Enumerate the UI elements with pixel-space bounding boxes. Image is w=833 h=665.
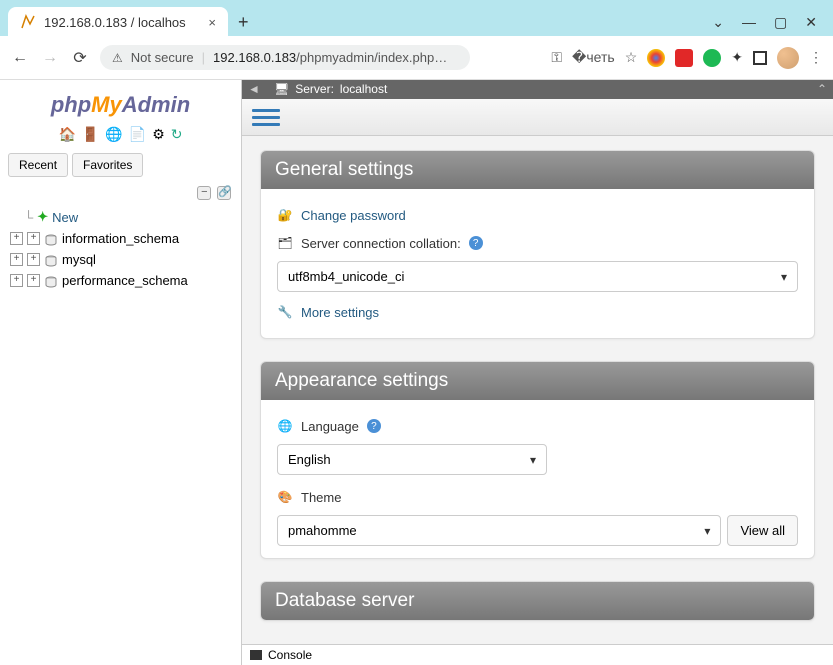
console-toggle[interactable]: Console: [242, 644, 833, 665]
db-name: mysql: [62, 252, 96, 267]
collation-label: Server connection collation:: [301, 236, 461, 251]
db-item[interactable]: + + mysql: [10, 249, 231, 270]
scroll-top-icon[interactable]: ⌃: [817, 82, 827, 96]
home-icon[interactable]: 🏠: [58, 126, 75, 143]
main-area: ◄ 🖥 Server: localhost ⌃ General settings…: [242, 80, 833, 665]
key-icon[interactable]: ⚿: [551, 49, 562, 66]
database-icon: [44, 232, 58, 246]
recent-tab[interactable]: Recent: [8, 153, 68, 177]
lock-icon: 🔐: [277, 207, 293, 223]
panel-title: General settings: [261, 151, 814, 189]
new-tab-button[interactable]: +: [238, 12, 249, 33]
chevron-down-icon: ▾: [781, 270, 787, 284]
language-select[interactable]: English ▾: [277, 444, 547, 475]
tree-branch-icon: └: [24, 210, 33, 225]
theme-icon: 🎨: [277, 489, 293, 505]
url-text: 192.168.0.183/phpmyadmin/index.php…: [213, 50, 447, 65]
collapse-tree-button[interactable]: −: [197, 186, 211, 200]
close-window-icon[interactable]: ✕: [805, 14, 817, 31]
logout-icon[interactable]: 🚪: [82, 126, 99, 143]
more-settings-link[interactable]: More settings: [301, 305, 379, 320]
sidebar: phpMyAdmin 🏠 🚪 🌐 📄 ⚙ ↻ Recent Favorites …: [0, 80, 242, 665]
database-tree: └ ✦ New + + information_schema + + mysql…: [4, 204, 237, 293]
tab-close-icon[interactable]: ×: [208, 15, 216, 30]
browser-tab-bar: 192.168.0.183 / localhos × + ⌄ — ▢ ✕: [0, 0, 833, 36]
sidebar-toolbar: 🏠 🚪 🌐 📄 ⚙ ↻: [4, 122, 237, 151]
server-breadcrumb: ◄ 🖥 Server: localhost ⌃: [242, 80, 833, 99]
database-icon: [44, 253, 58, 267]
tab-title: 192.168.0.183 / localhos: [44, 15, 200, 30]
help-icon[interactable]: ?: [469, 236, 483, 250]
expand-icon-2[interactable]: +: [27, 274, 40, 287]
db-name: performance_schema: [62, 273, 188, 288]
new-database-link[interactable]: └ ✦ New: [10, 206, 231, 228]
console-icon: [250, 650, 262, 660]
panel-title: Appearance settings: [261, 362, 814, 400]
collation-select[interactable]: utf8mb4_unicode_ci ▾: [277, 261, 798, 292]
url-field[interactable]: ⚠ Not secure | 192.168.0.183/phpmyadmin/…: [100, 45, 470, 70]
language-label: Language: [301, 419, 359, 434]
change-password-link[interactable]: Change password: [301, 208, 406, 223]
profile-avatar[interactable]: [777, 47, 799, 69]
language-icon: 🌐: [277, 418, 293, 434]
ext-icon-1[interactable]: [647, 49, 665, 67]
link-tree-button[interactable]: 🔗: [217, 186, 231, 200]
pma-logo: phpMyAdmin: [4, 86, 237, 122]
reload-nav-icon[interactable]: ↻: [171, 126, 183, 143]
help-icon[interactable]: ?: [367, 419, 381, 433]
browser-tab[interactable]: 192.168.0.183 / localhos ×: [8, 7, 228, 37]
db-item[interactable]: + + information_schema: [10, 228, 231, 249]
hamburger-icon[interactable]: [252, 105, 280, 129]
view-all-button[interactable]: View all: [727, 515, 798, 546]
theme-select[interactable]: pmahomme ▾: [277, 515, 721, 546]
address-bar: ← → ⟳ ⚠ Not secure | 192.168.0.183/phpmy…: [0, 36, 833, 80]
expand-icon-2[interactable]: +: [27, 253, 40, 266]
extensions-icon[interactable]: ✦: [731, 49, 743, 66]
top-navbar: [242, 99, 833, 136]
db-item[interactable]: + + performance_schema: [10, 270, 231, 291]
chevron-down-icon: ▾: [704, 524, 710, 538]
sql-icon[interactable]: 📄: [129, 126, 146, 143]
star-icon[interactable]: ☆: [625, 49, 638, 66]
chevron-down-icon: ▾: [530, 453, 536, 467]
wrench-icon: 🔧: [277, 304, 293, 320]
collapse-panel-icon[interactable]: ◄: [248, 82, 262, 96]
expand-icon[interactable]: +: [10, 232, 23, 245]
back-button[interactable]: ←: [10, 49, 30, 67]
chevron-down-icon[interactable]: ⌄: [712, 14, 724, 31]
not-secure-label: Not secure: [131, 50, 194, 65]
forward-button[interactable]: →: [40, 49, 60, 67]
menu-kebab-icon[interactable]: ⋮: [809, 49, 823, 66]
minimize-icon[interactable]: —: [742, 14, 756, 31]
maximize-icon[interactable]: ▢: [774, 14, 787, 31]
expand-icon[interactable]: +: [10, 274, 23, 287]
server-icon: 🖥: [274, 82, 289, 96]
appearance-settings-panel: Appearance settings 🌐 Language ? English…: [260, 361, 815, 559]
database-server-panel: Database server: [260, 581, 815, 621]
window-controls: ⌄ — ▢ ✕: [712, 14, 825, 31]
panel-title: Database server: [261, 582, 814, 620]
ext-icon-3[interactable]: [703, 49, 721, 67]
database-icon: [44, 274, 58, 288]
reload-button[interactable]: ⟳: [70, 48, 90, 68]
collation-icon: 🗂: [277, 235, 293, 251]
db-name: information_schema: [62, 231, 179, 246]
settings-icon[interactable]: ⚙: [152, 126, 165, 143]
share-icon[interactable]: �четь: [572, 49, 615, 66]
not-secure-icon: ⚠: [112, 51, 123, 65]
docs-icon[interactable]: 🌐: [105, 126, 122, 143]
ext-icon-flipboard[interactable]: [675, 49, 693, 67]
new-db-icon: ✦: [37, 209, 48, 225]
pma-favicon: [20, 14, 36, 30]
theme-label: Theme: [301, 490, 341, 505]
expand-icon[interactable]: +: [10, 253, 23, 266]
expand-icon-2[interactable]: +: [27, 232, 40, 245]
general-settings-panel: General settings 🔐 Change password 🗂 Ser…: [260, 150, 815, 339]
favorites-tab[interactable]: Favorites: [72, 153, 143, 177]
panel-icon[interactable]: [753, 51, 767, 65]
